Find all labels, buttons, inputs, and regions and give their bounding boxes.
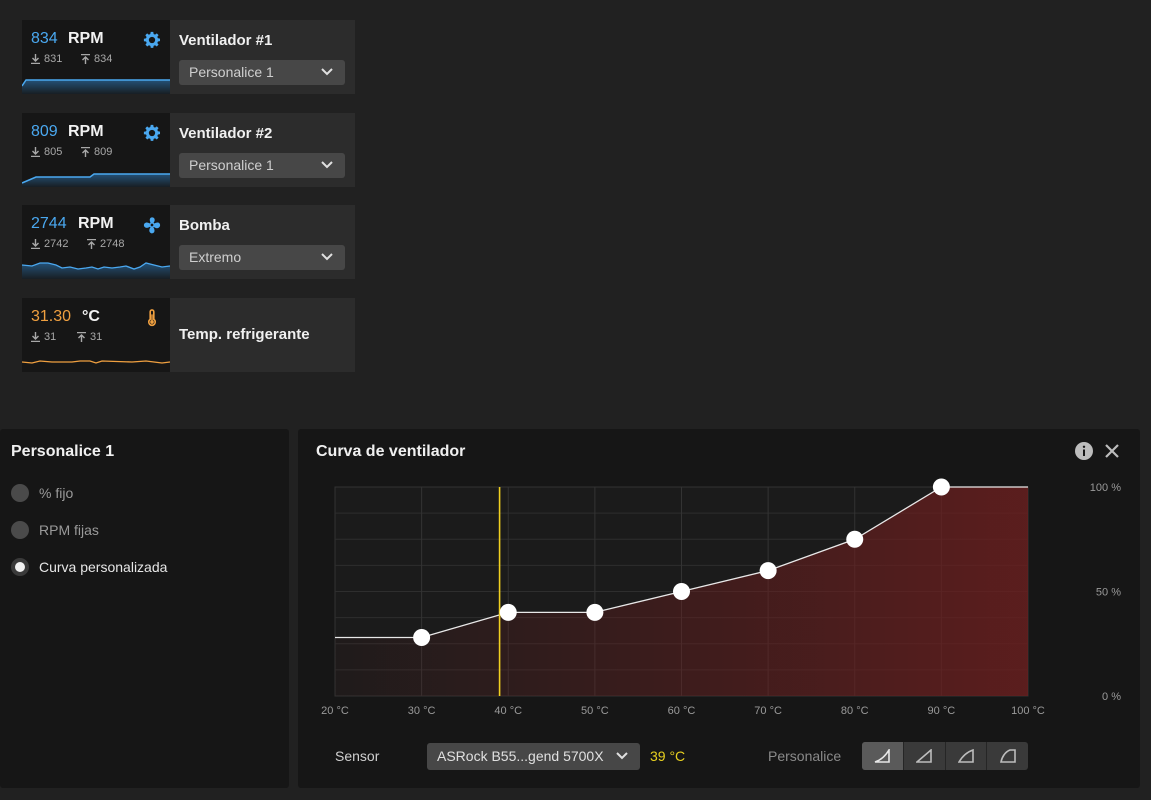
pump-unit: RPM xyxy=(78,215,114,232)
info-icon[interactable] xyxy=(1074,441,1094,461)
x-tick-label: 80 °C xyxy=(841,705,869,717)
coolant-unit: °C xyxy=(82,308,100,325)
x-tick-label: 90 °C xyxy=(928,705,956,717)
curve-point[interactable] xyxy=(846,530,864,548)
sensor-dropdown[interactable]: ASRock B55...gend 5700X xyxy=(427,743,640,770)
pump-title: Bomba xyxy=(179,217,230,234)
profile-panel: Personalice 1 % fijo RPM fijas Curva per… xyxy=(0,429,289,788)
close-icon[interactable] xyxy=(1102,441,1122,461)
curve-preset-group xyxy=(862,742,1028,770)
pump-sparkline xyxy=(22,262,170,279)
x-tick-label: 60 °C xyxy=(668,705,696,717)
sensor-temp: 39 °C xyxy=(650,748,686,764)
fan1-min: 831 xyxy=(31,53,62,65)
fan2-min: 805 xyxy=(31,146,62,158)
upload-icon xyxy=(77,331,86,342)
curve-preset-performance-icon xyxy=(957,749,974,763)
curve-point[interactable] xyxy=(673,583,690,600)
download-icon xyxy=(31,147,40,158)
fan2-max: 809 xyxy=(81,146,112,158)
preset-performance-button[interactable] xyxy=(944,742,987,770)
fan2-unit: RPM xyxy=(68,123,104,140)
fan1-sparkline xyxy=(22,79,170,94)
fan2-monitor: 809 RPM 805 809 xyxy=(22,113,170,187)
coolant-monitor: 31.30 °C 31 31 xyxy=(22,298,170,372)
x-tick-label: 70 °C xyxy=(754,705,782,717)
gear-icon[interactable] xyxy=(143,124,161,142)
coolant-temp-value: 31.30 xyxy=(31,308,72,325)
fan2-mode-dropdown[interactable]: Personalice 1 xyxy=(179,153,345,178)
coolant-max: 31 xyxy=(77,331,102,343)
curve-point[interactable] xyxy=(413,628,431,646)
pump-rpm-value: 2744 xyxy=(31,215,67,232)
pump-min: 2742 xyxy=(31,238,68,250)
curve-preset-quiet-icon xyxy=(875,749,891,763)
curve-point[interactable] xyxy=(499,603,517,621)
curve-point[interactable] xyxy=(586,603,604,621)
y-tick-label: 0 % xyxy=(1102,691,1121,703)
upload-icon xyxy=(81,146,90,157)
coolant-title: Temp. refrigerante xyxy=(179,326,310,343)
pump-max: 2748 xyxy=(87,238,124,250)
coolant-sparkline xyxy=(22,360,170,364)
chevron-down-icon xyxy=(321,68,333,76)
fan-curve-chart[interactable]: 20 °C 30 °C 40 °C 50 °C 60 °C 70 °C 80 °C 90 °C… xyxy=(300,470,1140,726)
y-tick-label: 100 % xyxy=(1090,482,1121,494)
x-tick-label: 40 °C xyxy=(494,705,522,717)
fan1-title: Ventilador #1 xyxy=(179,32,273,49)
pump-mode-dropdown[interactable]: Extremo xyxy=(179,245,345,270)
chevron-down-icon xyxy=(321,161,333,169)
fan1-rpm-value: 834 xyxy=(31,30,58,47)
fan1-monitor: 834 RPM 831 834 xyxy=(22,20,170,94)
curve-point[interactable] xyxy=(932,478,950,496)
curve-point[interactable] xyxy=(759,562,777,580)
device-card-fan1: 834 RPM 831 834 Ventilador #1 Personalic… xyxy=(22,20,355,94)
upload-icon xyxy=(87,238,96,249)
curve-preset-balanced-icon xyxy=(916,749,932,763)
fan1-mode-dropdown[interactable]: Personalice 1 xyxy=(179,60,345,85)
chevron-down-icon xyxy=(616,752,628,760)
fan2-sparkline xyxy=(22,173,170,187)
preset-balanced-button[interactable] xyxy=(902,742,945,770)
device-card-fan2: 809 RPM 805 809 Ventilador #2 Personalic… xyxy=(22,113,355,187)
device-card-pump: 2744 RPM 2742 2748 Bomba Extremo xyxy=(22,205,355,279)
curve-title: Curva de ventilador xyxy=(316,443,466,460)
chevron-down-icon xyxy=(321,253,333,261)
fan2-title: Ventilador #2 xyxy=(179,125,273,142)
upload-icon xyxy=(81,53,90,64)
x-tick-label: 20 °C xyxy=(321,705,349,717)
x-tick-label: 50 °C xyxy=(581,705,609,717)
thermometer-icon[interactable] xyxy=(143,309,161,327)
x-tick-label: 30 °C xyxy=(408,705,436,717)
preset-quiet-button[interactable] xyxy=(862,742,903,770)
coolant-min: 31 xyxy=(31,331,56,343)
curve-preset-extreme-icon xyxy=(999,749,1016,763)
fan1-max: 834 xyxy=(81,53,112,65)
device-card-coolant: 31.30 °C 31 31 Temp. refrigerante xyxy=(22,298,355,372)
pump-monitor: 2744 RPM 2742 2748 xyxy=(22,205,170,279)
x-tick-label: 100 °C xyxy=(1011,705,1045,717)
download-icon xyxy=(31,239,40,250)
y-tick-label: 50 % xyxy=(1096,587,1121,599)
download-icon xyxy=(31,54,40,65)
fan1-unit: RPM xyxy=(68,30,104,47)
preset-extreme-button[interactable] xyxy=(986,742,1028,770)
pump-icon[interactable] xyxy=(143,216,161,234)
gear-icon[interactable] xyxy=(143,31,161,49)
download-icon xyxy=(31,332,40,343)
sensor-label: Sensor xyxy=(335,748,380,764)
preset-label: Personalice xyxy=(768,748,842,764)
profile-title: Personalice 1 xyxy=(11,443,115,460)
fan2-rpm-value: 809 xyxy=(31,123,58,140)
